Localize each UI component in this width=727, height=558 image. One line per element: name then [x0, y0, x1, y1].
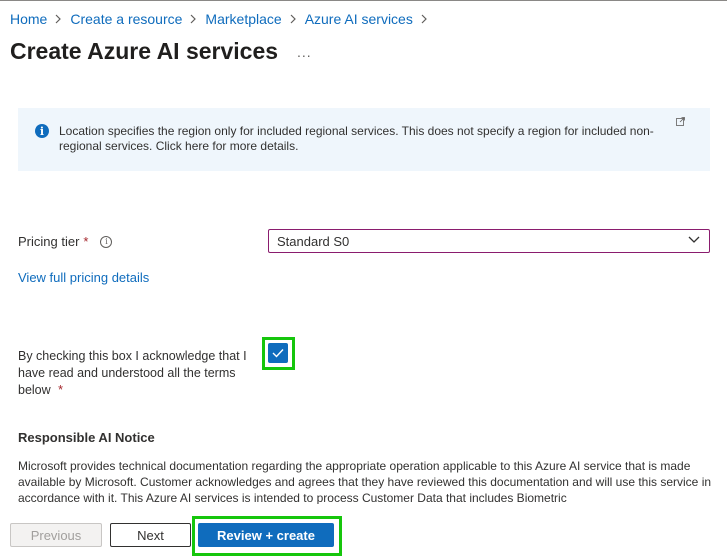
chevron-down-icon — [688, 236, 700, 243]
required-indicator: * — [58, 383, 64, 397]
breadcrumb-azure-ai-services[interactable]: Azure AI services — [305, 11, 413, 27]
responsible-ai-notice-title: Responsible AI Notice — [18, 430, 155, 445]
info-banner[interactable]: i Location specifies the region only for… — [18, 108, 710, 171]
review-create-button[interactable]: Review + create — [198, 523, 334, 547]
responsible-ai-notice-body: Microsoft provides technical documentati… — [18, 459, 712, 504]
view-pricing-details-link[interactable]: View full pricing details — [18, 270, 149, 285]
external-link-icon[interactable] — [676, 117, 685, 126]
chevron-right-icon — [421, 14, 428, 24]
acknowledge-label-text: By checking this box I acknowledge that … — [18, 349, 247, 397]
tooltip-info-icon[interactable]: i — [100, 235, 113, 248]
more-icon[interactable]: ... — [297, 44, 312, 60]
breadcrumb: Home Create a resource Marketplace Azure… — [10, 11, 436, 27]
chevron-right-icon — [55, 14, 62, 24]
breadcrumb-create-resource[interactable]: Create a resource — [70, 11, 182, 27]
breadcrumb-marketplace[interactable]: Marketplace — [205, 11, 281, 27]
info-icon: i — [35, 124, 49, 138]
required-indicator: * — [83, 234, 89, 249]
previous-button[interactable]: Previous — [10, 523, 102, 547]
checkmark-icon — [272, 349, 284, 358]
breadcrumb-home[interactable]: Home — [10, 11, 47, 27]
acknowledge-label: By checking this box I acknowledge that … — [18, 348, 263, 399]
pricing-tier-label-text: Pricing tier — [18, 234, 80, 249]
chevron-right-icon — [190, 14, 197, 24]
chevron-right-icon — [290, 14, 297, 24]
pricing-tier-value: Standard S0 — [277, 233, 350, 249]
top-divider — [0, 0, 727, 1]
info-banner-text: Location specifies the region only for i… — [59, 124, 654, 153]
next-button[interactable]: Next — [110, 523, 191, 547]
page-title: Create Azure AI services — [10, 38, 279, 64]
pricing-tier-select[interactable]: Standard S0 — [268, 229, 710, 253]
acknowledge-checkbox[interactable] — [268, 343, 288, 363]
pricing-tier-label: Pricing tier * i — [18, 234, 113, 249]
